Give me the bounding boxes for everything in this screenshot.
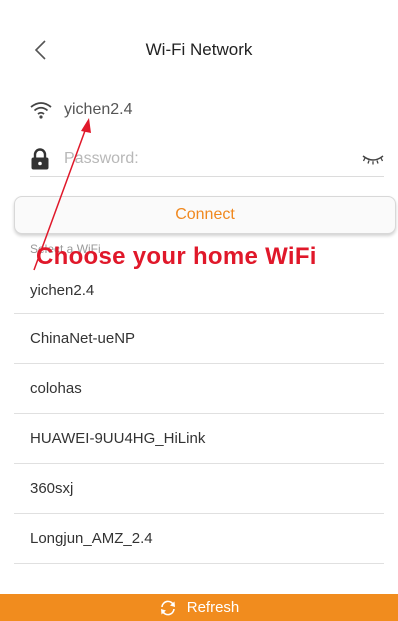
list-item[interactable]: HUAWEI-9UU4HG_HiLink (14, 414, 384, 464)
refresh-button[interactable]: Refresh (0, 594, 398, 621)
list-item[interactable]: ChinaNet-ueNP (14, 314, 384, 364)
lock-icon (31, 148, 49, 170)
list-item[interactable]: Longjun_AMZ_2.4 (14, 514, 384, 564)
wifi-icon (30, 102, 52, 119)
annotation-text: Choose your home WiFi (36, 243, 317, 270)
password-input[interactable] (64, 150, 362, 168)
wifi-list: yichen2.4 ChinaNet-ueNP colohas HUAWEI-9… (14, 264, 384, 564)
refresh-icon (160, 600, 175, 615)
list-item[interactable]: colohas (14, 364, 384, 414)
list-item[interactable]: 360sxj (14, 464, 384, 514)
connect-button[interactable]: Connect (14, 196, 396, 234)
ssid-value: yichen2.4 (64, 101, 133, 118)
list-item[interactable]: yichen2.4 (14, 264, 384, 314)
header: Wi-Fi Network (0, 30, 398, 70)
page-title: Wi-Fi Network (145, 40, 253, 59)
password-row (30, 142, 384, 177)
eye-closed-icon[interactable] (362, 152, 384, 166)
refresh-label: Refresh (186, 599, 240, 616)
wifi-network-screen: Wi-Fi Network yichen2.4 Connect Select a… (0, 0, 398, 621)
ssid-field[interactable]: yichen2.4 (30, 94, 380, 126)
